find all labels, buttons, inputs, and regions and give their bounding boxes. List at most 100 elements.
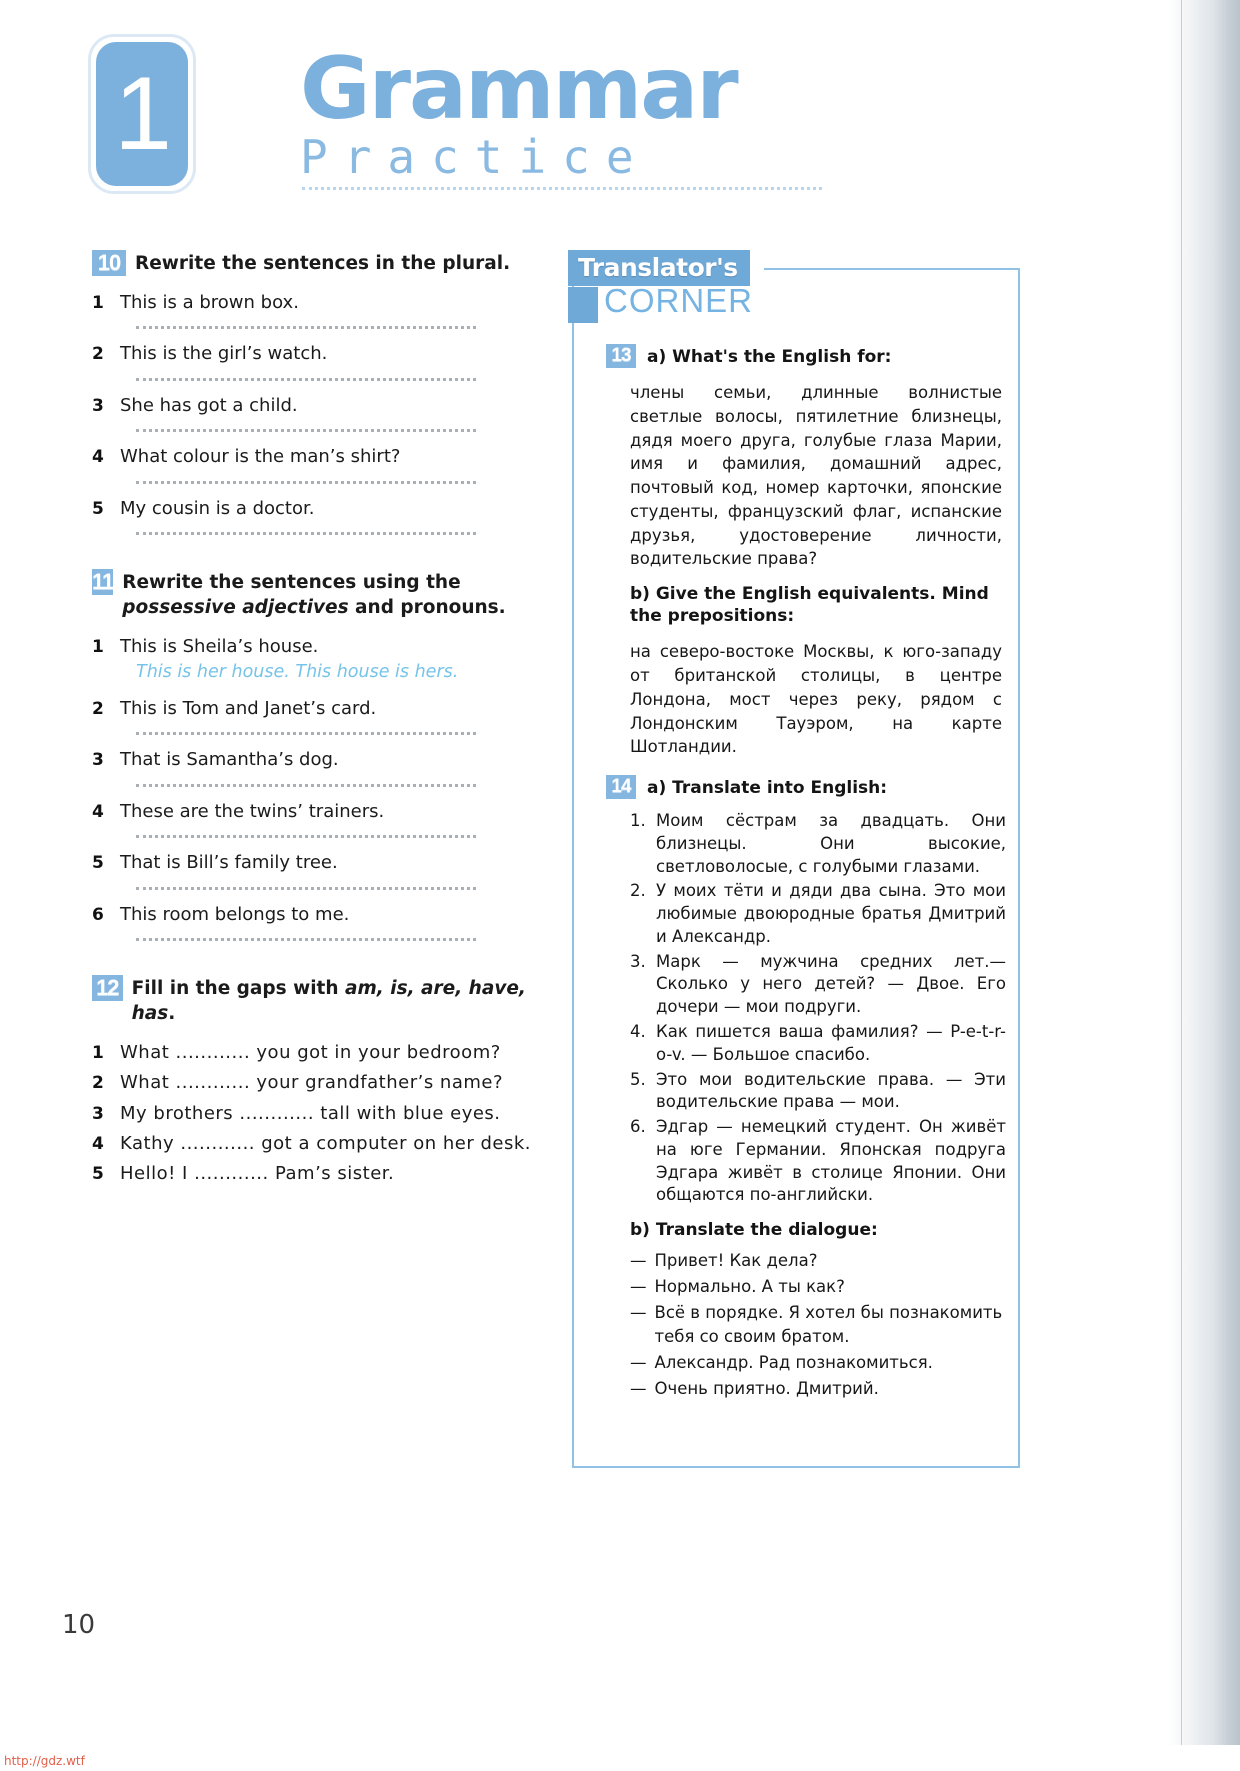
answer-line[interactable] (136, 732, 476, 736)
exercise-11-header: 11 Rewrite the sentences using the posse… (92, 568, 532, 621)
item-text: Марк — мужчина средних лет.— Сколько у н… (656, 951, 1006, 1017)
watermark-url[interactable]: http://gdz.wtf (4, 1754, 85, 1768)
item-number: 1 (92, 1042, 104, 1063)
exercise-10-instruction: Rewrite the sentences in the plural. (135, 253, 511, 274)
exercise-12-item: 3 My brothers ............ tall with blu… (92, 1102, 532, 1125)
exercise-11-item: 3 That is Samantha’s dog. (92, 748, 532, 771)
item-number: 1 (92, 636, 104, 657)
page-title-main: Grammar (300, 39, 739, 139)
exercise-14-heading-a: a) Translate into English: (647, 778, 888, 799)
exercise-13-header: 13 a) What's the English for: (606, 344, 1006, 368)
list-item: 5. Это мои водительские права. — Эти вод… (630, 1069, 1006, 1115)
item-text: These are the twins’ trainers. (120, 800, 385, 822)
item-text[interactable]: My brothers ............ tall with blue … (120, 1102, 501, 1125)
exercise-10-number: 10 (92, 250, 126, 276)
item-number: 1. (630, 811, 646, 831)
exercise-13-text-b: на северо-востоке Москвы, к юго-западу о… (630, 642, 1002, 757)
dialogue-text: Всё в порядке. Я хотел бы познакомить те… (654, 1303, 1003, 1346)
dialogue-dash: — (630, 1378, 647, 1398)
item-number: 6. (630, 1117, 646, 1137)
item-text[interactable]: Kathy ............ got a computer on her… (120, 1132, 531, 1155)
item-number: 4. (630, 1022, 646, 1042)
answer-line[interactable] (136, 937, 476, 941)
item-text[interactable]: Hello! I ............ Pam’s sister. (120, 1162, 394, 1185)
item-text: She has got a child. (120, 394, 298, 416)
translators-corner-tag: Translator's (568, 250, 750, 286)
answer-line[interactable] (136, 377, 476, 381)
dialogue-text: Привет! Как дела? (654, 1251, 818, 1271)
exercise-13-heading-b: b) Give the English equivalents. Mind th… (630, 584, 989, 627)
dialogue-dash: — (630, 1251, 647, 1271)
dialogue-line: — Нормально. А ты как? (630, 1275, 1006, 1298)
exercise-13-number: 13 (606, 344, 636, 368)
item-text: Это мои водительские права. — Эти водите… (656, 1069, 1006, 1112)
instruction-italic: possessive adjectives (122, 596, 349, 618)
item-number: 4 (92, 801, 104, 822)
page-binding-shadow (1168, 0, 1240, 1745)
item-text: This is Sheila’s house. (120, 635, 319, 657)
item-number: 4 (92, 1134, 104, 1155)
answer-line[interactable] (136, 480, 476, 484)
dialogue-line: — Привет! Как дела? (630, 1249, 1006, 1272)
item-text: This is the girl’s watch. (120, 343, 328, 365)
item-text: Эдгар — немецкий студент. Он живёт на юг… (656, 1117, 1006, 1205)
exercise-12-item: 5 Hello! I ............ Pam’s sister. (92, 1162, 532, 1185)
item-number: 3. (630, 951, 646, 971)
page-title: Grammar Practice (300, 39, 860, 190)
exercise-12-item: 4 Kathy ............ got a computer on h… (92, 1132, 532, 1155)
exercise-14-number: 14 (606, 775, 636, 800)
exercise-13: 13 a) What's the English for: члены семь… (606, 344, 1006, 759)
item-number: 2 (92, 699, 104, 719)
exercise-10-item: 3 She has got a child. (92, 394, 532, 417)
exercise-11-item: 5 That is Bill’s family tree. (92, 851, 532, 874)
list-item: 4. Как пишется ваша фамилия? — P-e-t-r-o… (630, 1021, 1006, 1067)
item-number: 2 (92, 1073, 104, 1094)
list-item: 6. Эдгар — немецкий студент. Он живёт на… (630, 1116, 1006, 1207)
page-bottom-strip (0, 1745, 1240, 1771)
unit-number-badge-inner: 1 (96, 42, 188, 186)
answer-line[interactable] (136, 886, 476, 890)
item-text[interactable]: What ............ you got in your bedroo… (120, 1041, 501, 1064)
exercise-11-number: 11 (92, 568, 114, 595)
translators-corner-accent-block (568, 287, 598, 323)
item-text: Моим сёстрам за двадцать. Они близнецы. … (656, 811, 1006, 876)
translators-corner-content: 13 a) What's the English for: члены семь… (606, 340, 1006, 1403)
item-number: 5 (92, 853, 104, 874)
exercise-11-item: 1 This is Sheila’s house. (92, 635, 532, 658)
item-text: What colour is the man’s shirt? (120, 446, 401, 468)
answer-line[interactable] (136, 326, 476, 330)
exercise-14-dialogue: — Привет! Как дела? — Нормально. А ты ка… (630, 1249, 1006, 1400)
translators-corner-word: CORNER (604, 282, 754, 319)
item-number: 4 (92, 447, 104, 468)
list-item: 3. Марк — мужчина средних лет.— Сколько … (630, 951, 1006, 1019)
answer-line[interactable] (136, 835, 476, 839)
dialogue-text: Нормально. А ты как? (654, 1277, 845, 1297)
item-number: 3 (92, 750, 104, 771)
exercise-11-instruction: Rewrite the sentences using the possessi… (122, 569, 532, 621)
item-text: У моих тёти и дяди два сына. Это мои люб… (656, 881, 1006, 946)
textbook-page: 1 Grammar Practice 10 Rewrite the senten… (0, 0, 1240, 1771)
item-text: This is Tom and Janet’s card. (120, 698, 377, 719)
answer-line[interactable] (136, 429, 476, 433)
exercise-11-item: 4 These are the twins’ trainers. (92, 800, 532, 823)
exercise-11: 11 Rewrite the sentences using the posse… (92, 568, 532, 941)
item-number: 6 (92, 904, 104, 925)
exercise-10-item: 1 This is a brown box. (92, 291, 532, 314)
exercise-12-number: 12 (92, 974, 123, 1001)
sample-answer: This is her house. This house is hers. (136, 662, 459, 683)
item-number: 2. (630, 881, 646, 901)
item-text[interactable]: What ............ your grandfather’s nam… (120, 1071, 503, 1094)
answer-line[interactable] (136, 531, 476, 535)
exercise-11-item: 6 This room belongs to me. (92, 903, 532, 926)
exercise-10: 10 Rewrite the sentences in the plural. … (92, 250, 532, 535)
item-number: 5. (630, 1069, 646, 1089)
exercise-12-item: 2 What ............ your grandfather’s n… (92, 1071, 532, 1094)
answer-line[interactable] (136, 783, 476, 787)
exercise-14-heading-b: b) Translate the dialogue: (630, 1220, 878, 1241)
instruction-suffix: . (168, 1002, 176, 1024)
exercise-13-heading-a: a) What's the English for: (647, 347, 892, 367)
item-text: Как пишется ваша фамилия? — P-e-t-r-o-v.… (656, 1022, 1006, 1064)
unit-number: 1 (114, 56, 172, 172)
item-text: This is a brown box. (120, 291, 299, 313)
dialogue-dash: — (630, 1277, 647, 1297)
